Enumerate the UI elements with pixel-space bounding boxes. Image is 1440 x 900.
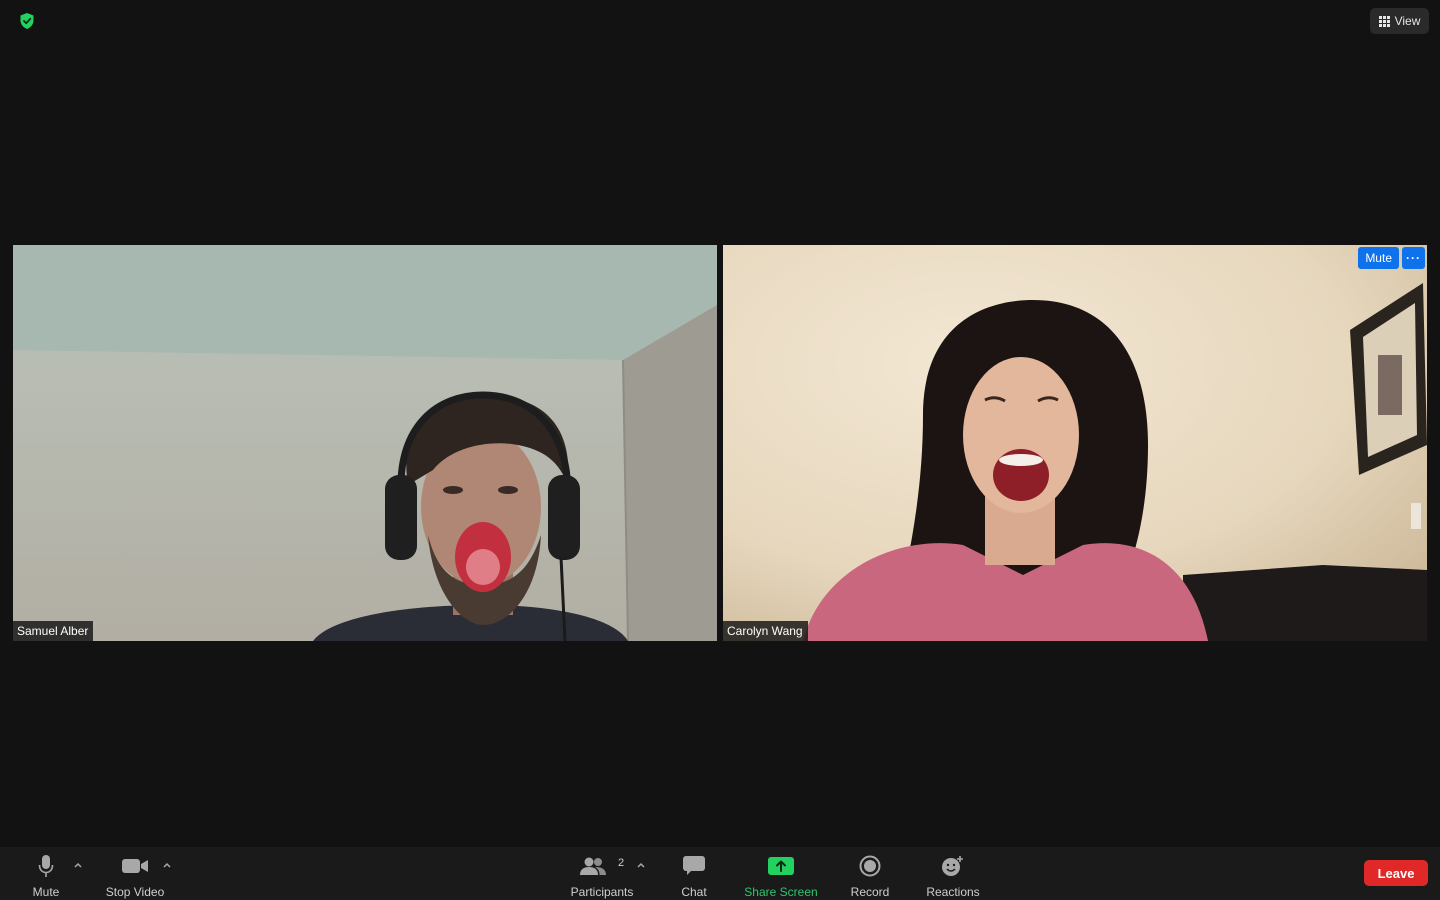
view-button-label: View: [1394, 14, 1421, 28]
mute-label: Mute: [32, 885, 60, 899]
participant-count: 2: [618, 857, 625, 869]
mute-button[interactable]: Mute: [26, 847, 66, 900]
ellipsis-icon[interactable]: ···: [1402, 247, 1425, 269]
participant-video-samuel: [13, 245, 717, 641]
reactions-button[interactable]: Reactions: [922, 847, 984, 900]
chat-button[interactable]: Chat: [674, 847, 714, 900]
microphone-icon: [38, 853, 54, 879]
record-icon: [859, 853, 881, 879]
leave-button[interactable]: Leave: [1364, 860, 1428, 886]
people-icon: [580, 853, 606, 879]
participant-video-carolyn: [723, 245, 1427, 641]
audio-options-chevron-up-icon[interactable]: [73, 860, 83, 870]
record-button[interactable]: Record: [846, 847, 894, 900]
share-screen-icon: [768, 853, 794, 879]
participants-button[interactable]: Participants: [566, 847, 638, 900]
security-shield-icon[interactable]: [12, 8, 42, 34]
grid-icon: [1378, 15, 1390, 27]
record-label: Record: [850, 885, 890, 899]
chat-label: Chat: [681, 885, 707, 899]
video-tile-samuel[interactable]: Samuel Alber: [13, 245, 717, 641]
stop-video-button[interactable]: Stop Video: [100, 847, 170, 900]
view-button[interactable]: View: [1370, 8, 1429, 34]
share-screen-label: Share Screen: [744, 885, 818, 899]
share-screen-button[interactable]: Share Screen: [738, 847, 824, 900]
video-options-chevron-up-icon[interactable]: [162, 860, 172, 870]
participant-name-tag: Carolyn Wang: [723, 621, 808, 641]
video-tile-carolyn[interactable]: Mute ··· Carolyn Wang: [723, 245, 1427, 641]
participant-name-tag: Samuel Alber: [13, 621, 94, 641]
reactions-label: Reactions: [926, 885, 980, 899]
meeting-toolbar: Mute Stop Video Participants 2 Chat Shar…: [0, 847, 1440, 900]
participant-mute-button[interactable]: Mute: [1358, 247, 1399, 269]
stop-video-label: Stop Video: [105, 885, 165, 899]
video-camera-icon: [122, 853, 148, 879]
participants-label: Participants: [570, 885, 634, 899]
emoji-add-icon: [941, 853, 965, 879]
participants-options-chevron-up-icon[interactable]: [636, 860, 646, 870]
chat-bubble-icon: [683, 853, 705, 879]
more-options-label: ···: [1406, 251, 1421, 265]
